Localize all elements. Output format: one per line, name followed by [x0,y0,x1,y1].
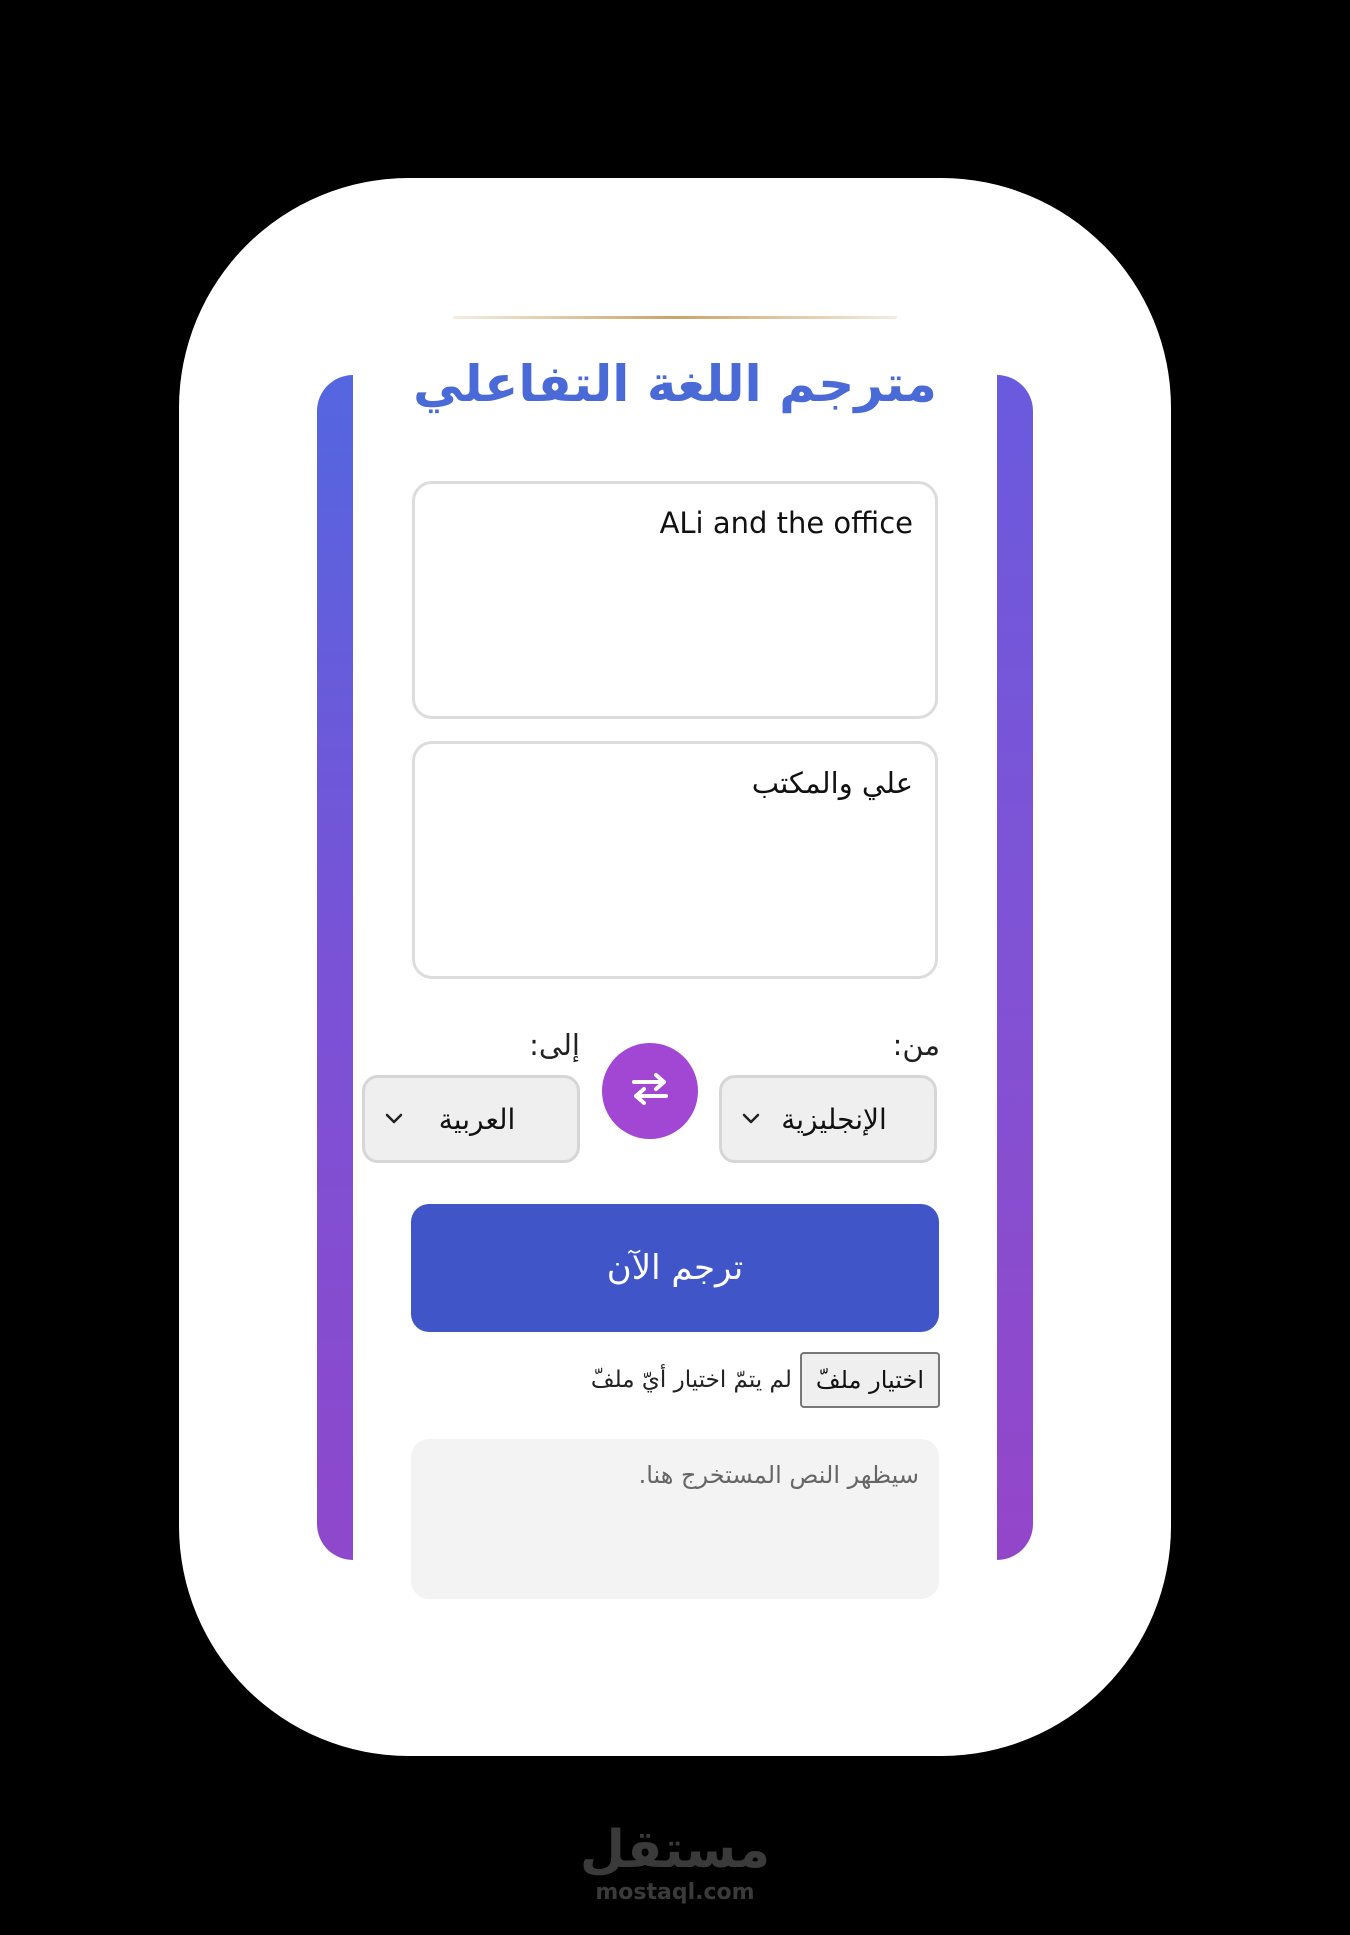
choose-file-button[interactable]: اختيار ملفّ [799,1352,940,1408]
from-language-label: من: [892,1028,940,1062]
to-language-select[interactable]: العربية [362,1075,580,1163]
source-text-input[interactable]: ALi and the office [412,481,938,719]
translated-text-output[interactable]: علي والمكتب [412,741,938,979]
to-language-value: العربية [438,1102,516,1136]
top-divider [453,316,897,319]
swap-arrows-icon [630,1072,670,1110]
file-status-text: لم يتمّ اختيار أيّ ملفّ [590,1367,792,1393]
translate-now-button[interactable]: ترجم الآن [411,1204,939,1332]
chevron-down-icon [740,1108,762,1130]
watermark-logo: مستقل mostaql.com [575,1820,775,1906]
to-language-label: إلى: [529,1028,580,1062]
watermark-latin: mostaql.com [595,1880,755,1905]
gradient-border-left [317,375,353,1560]
file-picker: اختيار ملفّ لم يتمّ اختيار أيّ ملفّ [560,1352,940,1408]
extracted-text-output: سيظهر النص المستخرج هنا. [411,1439,939,1599]
chevron-down-icon [383,1108,405,1130]
watermark-arabic: مستقل [579,1820,771,1880]
gradient-border-right [997,375,1033,1560]
from-language-select[interactable]: الإنجليزية [719,1075,937,1163]
page-title: مترجم اللغة التفاعلي [413,355,937,413]
from-language-value: الإنجليزية [781,1102,887,1136]
swap-languages-button[interactable] [602,1043,698,1139]
